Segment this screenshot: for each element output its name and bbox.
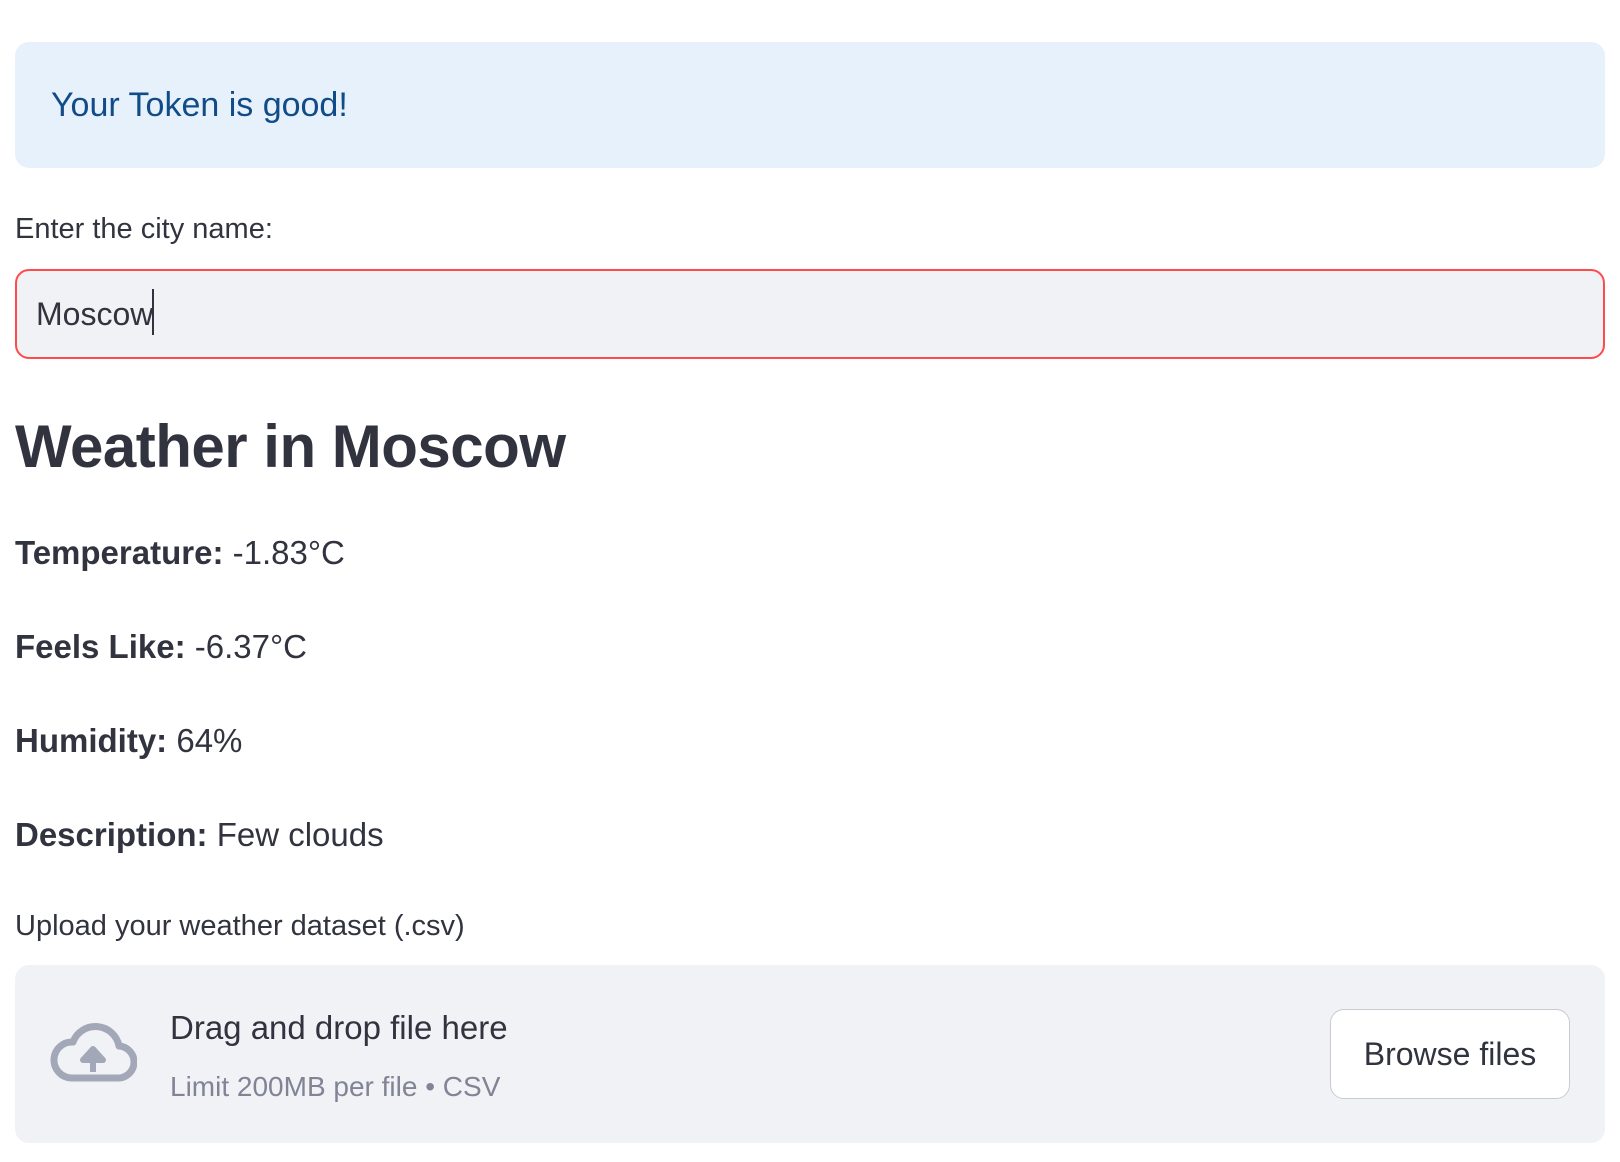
stat-value: 64% [176,722,243,759]
stat-label: Humidity: [15,722,168,759]
stat-humidity: Humidity: 64% [15,722,242,760]
stat-feels-like: Feels Like: -6.37°C [15,628,307,666]
drop-title: Drag and drop file here [170,1009,508,1046]
drop-subtitle: Limit 200MB per file • CSV [170,1071,501,1102]
success-alert: Your Token is good! [15,42,1605,168]
app-page: Your Token is good! Enter the city name:… [0,0,1620,1162]
alert-message: Your Token is good! [51,85,348,124]
cloud-upload-icon [50,1023,137,1082]
stat-value: -1.83°C [232,534,345,571]
upload-label: Upload your weather dataset (.csv) [15,910,465,942]
stat-value: -6.37°C [194,628,307,665]
page-title: Weather in Moscow [15,413,566,480]
city-input-label: Enter the city name: [15,213,273,245]
city-input[interactable] [15,269,1605,359]
stat-label: Temperature: [15,534,224,571]
stat-value: Few clouds [216,816,384,853]
browse-files-button[interactable]: Browse files [1330,1009,1570,1099]
stat-label: Description: [15,816,208,853]
stat-label: Feels Like: [15,628,186,665]
text-caret [152,289,154,335]
file-dropzone[interactable]: Drag and drop file here Limit 200MB per … [15,965,1605,1143]
stat-description: Description: Few clouds [15,816,384,854]
stat-temperature: Temperature: -1.83°C [15,534,345,572]
